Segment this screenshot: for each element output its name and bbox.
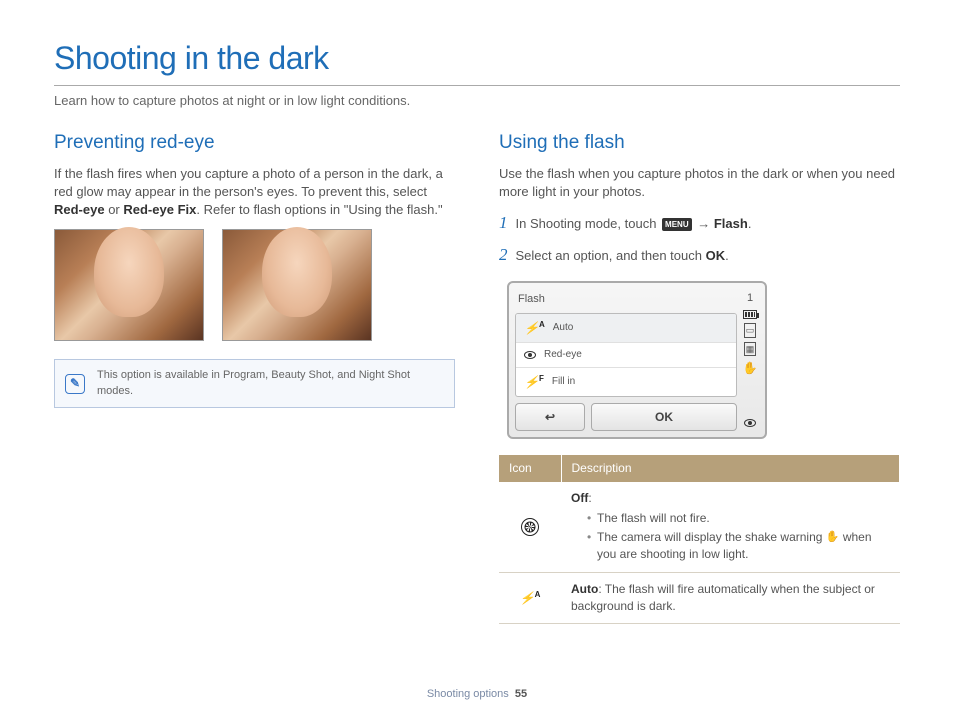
note-text: This option is available in Program, Bea… bbox=[97, 368, 444, 399]
text: . bbox=[725, 248, 729, 263]
bold-flash: Flash bbox=[714, 216, 748, 231]
cam-item-label: Auto bbox=[553, 321, 574, 335]
bold-redeyefix: Red-eye Fix bbox=[123, 202, 196, 217]
example-photos bbox=[54, 229, 455, 341]
note-icon: ✎ bbox=[65, 374, 85, 394]
table-row: ⚡A Auto: The flash will fire automatical… bbox=[499, 573, 900, 624]
size-icon: ▭ bbox=[744, 323, 757, 338]
text: : The flash will fire automatically when… bbox=[571, 582, 875, 613]
icon-cell bbox=[499, 482, 561, 573]
eye-icon bbox=[744, 419, 756, 427]
photo-before bbox=[54, 229, 204, 341]
th-icon: Icon bbox=[499, 455, 561, 482]
text: . bbox=[748, 216, 752, 231]
page-title: Shooting in the dark bbox=[54, 36, 900, 86]
note-box: ✎ This option is available in Program, B… bbox=[54, 359, 455, 408]
flash-off-icon bbox=[521, 518, 539, 536]
cam-item-redeye[interactable]: Red-eye bbox=[516, 343, 736, 368]
step-number: 2 bbox=[499, 243, 508, 267]
col-right: Using the flash Use the flash when you c… bbox=[499, 130, 900, 624]
cam-count: 1 bbox=[747, 291, 753, 306]
cam-back-button[interactable]: ↩ bbox=[515, 403, 585, 432]
text: In Shooting mode, touch bbox=[516, 216, 661, 231]
text: or bbox=[105, 202, 124, 217]
flash-fill-icon: ⚡F bbox=[524, 373, 544, 391]
arrow: → bbox=[694, 216, 714, 231]
flash-auto-icon: ⚡A bbox=[524, 319, 545, 337]
bold-redeye: Red-eye bbox=[54, 202, 105, 217]
icon-cell: ⚡A bbox=[499, 573, 561, 624]
ok-label: OK bbox=[706, 248, 726, 263]
cam-footer: ↩ OK bbox=[515, 403, 737, 432]
row-title: Off bbox=[571, 491, 588, 505]
table-row: Off: The flash will not fire. The camera… bbox=[499, 482, 900, 573]
flash-options-table: Icon Description Off: The flash will not… bbox=[499, 455, 900, 624]
shake-warning-icon: ✋ bbox=[826, 530, 840, 545]
step-text: Select an option, and then touch OK. bbox=[516, 247, 729, 265]
content-columns: Preventing red-eye If the flash fires wh… bbox=[54, 130, 900, 624]
bullet: The flash will not fire. bbox=[587, 510, 890, 527]
bullet: The camera will display the shake warnin… bbox=[587, 529, 890, 563]
cam-item-label: Fill in bbox=[552, 375, 575, 389]
text: If the flash fires when you capture a ph… bbox=[54, 166, 443, 199]
row-title: Auto bbox=[571, 582, 598, 596]
col-left: Preventing red-eye If the flash fires wh… bbox=[54, 130, 455, 624]
footer-page: 55 bbox=[515, 688, 527, 700]
eye-icon bbox=[524, 351, 536, 359]
cam-ok-button[interactable]: OK bbox=[591, 403, 737, 432]
ois-icon: ✋ bbox=[743, 360, 758, 377]
redeye-paragraph: If the flash fires when you capture a ph… bbox=[54, 165, 455, 220]
cam-item-auto[interactable]: ⚡A Auto bbox=[516, 314, 736, 343]
steps: 1 In Shooting mode, touch MENU → Flash. … bbox=[499, 211, 900, 267]
cam-item-fillin[interactable]: ⚡F Fill in bbox=[516, 368, 736, 396]
camera-ui: Flash ⚡A Auto Red-eye ⚡F Fill in bbox=[507, 281, 767, 440]
desc-cell: Off: The flash will not fire. The camera… bbox=[561, 482, 900, 573]
footer-section: Shooting options bbox=[427, 688, 509, 700]
step-text: In Shooting mode, touch MENU → Flash. bbox=[516, 215, 752, 233]
page-footer: Shooting options 55 bbox=[0, 687, 954, 702]
cam-title: Flash bbox=[515, 289, 737, 313]
page-intro: Learn how to capture photos at night or … bbox=[54, 92, 900, 110]
menu-icon: MENU bbox=[662, 218, 692, 231]
step-1: 1 In Shooting mode, touch MENU → Flash. bbox=[499, 211, 900, 235]
flash-paragraph: Use the flash when you capture photos in… bbox=[499, 165, 900, 201]
text: . Refer to flash options in "Using the f… bbox=[196, 202, 442, 217]
photo-after bbox=[222, 229, 372, 341]
cam-side-icons: 1 ▭ ▦ ✋ bbox=[737, 289, 759, 432]
text: Select an option, and then touch bbox=[516, 248, 706, 263]
flash-auto-icon: ⚡A bbox=[520, 591, 541, 605]
heading-flash: Using the flash bbox=[499, 130, 900, 157]
text: The camera will display the shake warnin… bbox=[597, 530, 826, 544]
cam-item-label: Red-eye bbox=[544, 348, 582, 362]
th-desc: Description bbox=[561, 455, 900, 482]
quality-icon: ▦ bbox=[744, 342, 757, 357]
cam-option-list: ⚡A Auto Red-eye ⚡F Fill in bbox=[515, 313, 737, 397]
heading-redeye: Preventing red-eye bbox=[54, 130, 455, 157]
battery-icon bbox=[743, 310, 757, 319]
step-2: 2 Select an option, and then touch OK. bbox=[499, 243, 900, 267]
desc-cell: Auto: The flash will fire automatically … bbox=[561, 573, 900, 624]
step-number: 1 bbox=[499, 211, 508, 235]
